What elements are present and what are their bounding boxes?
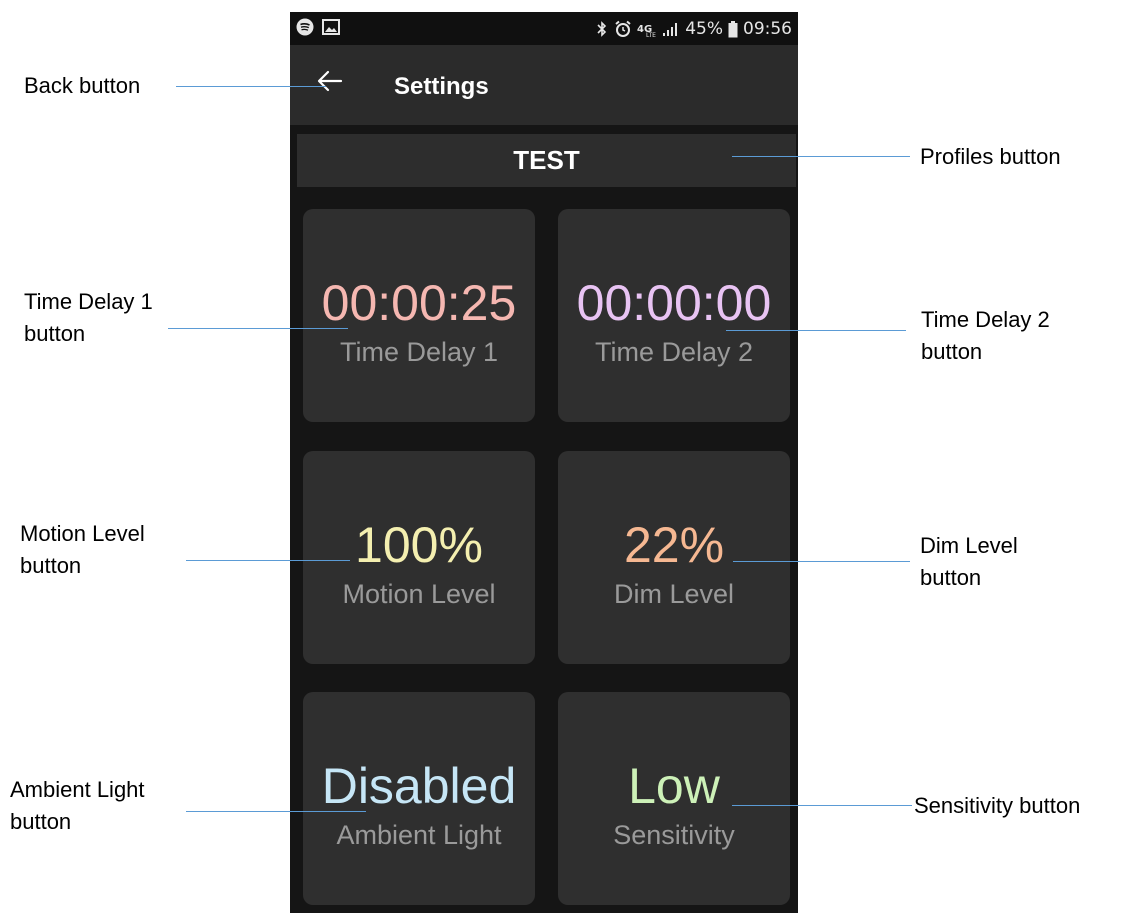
dim-level-button[interactable]: 22% Dim Level — [558, 451, 790, 664]
tile-value: 00:00:00 — [576, 275, 772, 331]
signal-icon — [662, 21, 680, 37]
annotated-screenshot: 4G LTE 45% 09:56 Settings TEST 00:00:25 … — [0, 0, 1129, 913]
tile-label: Sensitivity — [613, 820, 735, 850]
time-delay-1-button[interactable]: 00:00:25 Time Delay 1 — [303, 209, 535, 422]
status-bar: 4G LTE 45% 09:56 — [290, 12, 798, 45]
tile-value: 00:00:25 — [321, 275, 517, 331]
alarm-icon — [614, 20, 632, 38]
tile-value: 100% — [355, 517, 483, 573]
annotation-ambient-light: Ambient Light button — [10, 777, 145, 834]
arrow-left-icon — [317, 70, 343, 97]
tile-label: Dim Level — [613, 579, 735, 609]
phone-screen: 4G LTE 45% 09:56 Settings TEST 00:00:25 … — [290, 12, 798, 913]
annotation-line-sensitivity — [732, 805, 912, 806]
annotation-sensitivity: Sensitivity button — [914, 793, 1081, 818]
annotation-profiles: Profiles button — [920, 144, 1061, 169]
sensitivity-button[interactable]: Low Sensitivity — [558, 692, 790, 905]
ambient-light-button[interactable]: Disabled Ambient Light — [303, 692, 535, 905]
annotation-line-ambient-light — [186, 811, 366, 812]
page-title: Settings — [394, 73, 489, 100]
battery-percent: 45% — [685, 19, 723, 39]
time-delay-2-button[interactable]: 00:00:00 Time Delay 2 — [558, 209, 790, 422]
tile-label: Time Delay 2 — [594, 337, 754, 367]
motion-level-button[interactable]: 100% Motion Level — [303, 451, 535, 664]
annotation-line-dim-level — [733, 561, 910, 562]
svg-text:LTE: LTE — [646, 32, 656, 38]
battery-icon — [728, 20, 738, 38]
spotify-icon — [296, 18, 314, 36]
annotation-time-delay-2: Time Delay 2 button — [921, 307, 1050, 364]
app-bar: Settings — [290, 45, 798, 125]
annotation-line-time-delay-1 — [168, 328, 348, 329]
back-button[interactable] — [312, 65, 348, 101]
annotation-motion-level: Motion Level button — [20, 521, 145, 578]
profiles-button[interactable]: TEST — [297, 134, 796, 187]
tile-value: 22% — [623, 517, 725, 573]
annotation-line-time-delay-2 — [726, 330, 906, 331]
annotation-time-delay-1: Time Delay 1 button — [24, 289, 153, 346]
image-icon — [322, 19, 340, 35]
clock: 09:56 — [743, 19, 792, 39]
tile-label: Time Delay 1 — [339, 337, 499, 367]
bluetooth-icon — [595, 20, 609, 38]
tile-label: Ambient Light — [336, 820, 502, 850]
annotation-line-profiles — [732, 156, 910, 157]
annotation-dim-level: Dim Level button — [920, 533, 1018, 590]
annotation-line-motion-level — [186, 560, 350, 561]
annotation-line-back — [176, 86, 326, 87]
tile-label: Motion Level — [342, 579, 496, 609]
tile-value: Disabled — [321, 758, 517, 814]
annotation-back: Back button — [24, 73, 141, 98]
4g-icon: 4G LTE — [637, 20, 657, 38]
